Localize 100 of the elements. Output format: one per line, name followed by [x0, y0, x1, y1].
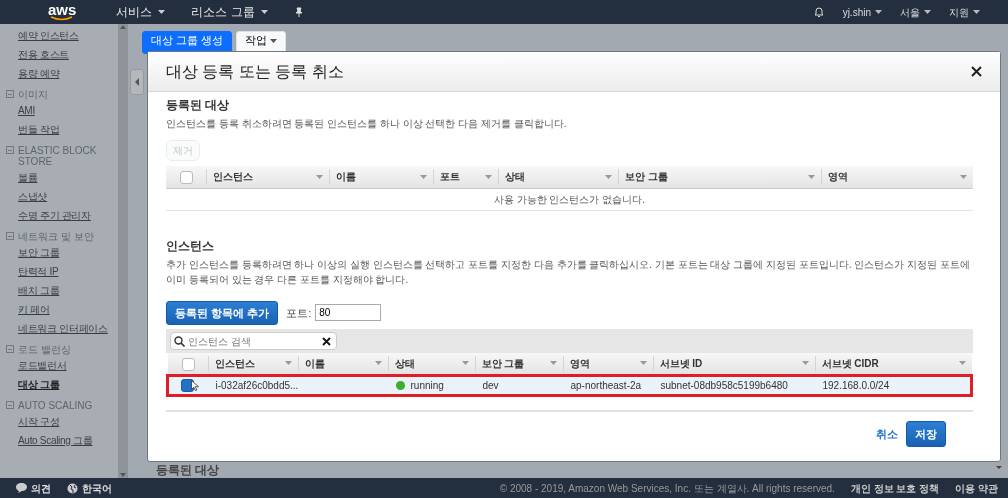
section-heading: 이미지: [18, 89, 48, 100]
table-cell: i-032af26c0bdd5...: [207, 375, 298, 395]
arrow-left-icon[interactable]: [134, 78, 140, 86]
column-header[interactable]: 이름: [329, 166, 433, 188]
caret-icon: [461, 361, 469, 366]
section-heading: 등록된 대상: [166, 97, 231, 114]
table-cell: dev: [474, 375, 563, 395]
footer-link[interactable]: 개인 정보 보호 정책: [850, 480, 940, 496]
header-checkbox[interactable]: [180, 171, 193, 185]
empty-message: 사용 가능한 인스턴스가 없습니다.: [166, 188, 973, 210]
caret-icon: [284, 361, 292, 366]
section-heading: 네트워크 및 보안: [18, 231, 94, 242]
copyright-text: © 2008 - 2019, Amazon Web Services, Inc. 또는 계열사. All rights reserved.: [499, 481, 835, 496]
sidebar-item[interactable]: 보안 그룹: [18, 243, 118, 262]
section-heading: AUTO SCALING: [18, 400, 93, 411]
sidebar-item[interactable]: 수명 주기 관리자: [18, 206, 118, 225]
sidebar-item[interactable]: AMI: [18, 101, 118, 120]
column-header[interactable]: 보안 그룹: [618, 166, 821, 188]
region-menu[interactable]: 서울: [900, 4, 931, 20]
sidebar-item[interactable]: 키 페어: [18, 300, 118, 319]
caret-icon: [316, 174, 323, 179]
caret-icon: [639, 361, 647, 366]
close-icon[interactable]: [971, 66, 982, 77]
collapse-icon[interactable]: [6, 146, 14, 154]
column-header[interactable]: 포트: [433, 166, 498, 188]
caret-icon: [485, 174, 492, 179]
search-icon: [174, 336, 185, 347]
sidebar-item[interactable]: 전용 호스트: [18, 45, 118, 64]
highlighted-row[interactable]: i-032af26c0bdd5... running dev ap-northeast-2a subnet-08db958c5199b6480 192.168.0.0/24: [167, 375, 972, 395]
section-heading: 로드 밸런싱: [18, 344, 71, 355]
sidebar-item[interactable]: 번들 작업: [18, 120, 118, 139]
sidebar-item[interactable]: 네트워크 인터페이스: [18, 319, 118, 338]
cursor-icon: [191, 380, 199, 392]
add-button[interactable]: 등록된 항목에 추가: [166, 300, 279, 325]
caret-icon: [374, 361, 382, 366]
column-header[interactable]: 서브넷 ID: [652, 353, 815, 375]
support-menu[interactable]: 지원: [949, 4, 980, 20]
pin-icon[interactable]: [293, 7, 304, 17]
section-heading: ELASTIC BLOCK STORE: [18, 145, 98, 167]
save-button[interactable]: 저장: [906, 420, 946, 447]
sidebar-item[interactable]: 배치 그룹: [18, 281, 118, 300]
nav-menu[interactable]: 리소스 그룹: [191, 3, 268, 21]
feedback-link[interactable]: 의견: [16, 480, 51, 496]
port-label: 포트:: [286, 305, 312, 321]
cancel-link[interactable]: 취소: [876, 425, 898, 442]
collapse-icon[interactable]: [6, 90, 14, 98]
sidebar-item[interactable]: 대상 그룹: [18, 375, 118, 394]
sidebar-item[interactable]: 예약 인스턴스: [18, 26, 118, 45]
collapse-tab[interactable]: [130, 69, 144, 95]
column-header[interactable]: 인스턴스: [207, 353, 298, 375]
collapse-icon[interactable]: [6, 401, 14, 409]
table-cell: 192.168.0.0/24: [814, 375, 972, 395]
nav-menu[interactable]: 서비스: [116, 3, 166, 21]
column-header[interactable]: 영역: [821, 166, 973, 188]
aws-logo[interactable]: aws: [48, 3, 77, 21]
section-description: 추가 인스턴스를 등록하려면 하나 이상의 실행 인스턴스를 선택하고 포트를 지정한 다음 추가를 클릭하십시오. 기본 포트는 대상 그룹에 지정된 포트입니다. 인스턴스가 지정된 포트에 이미 등록되어 있는 경우 다른 포트를 지정해야 합니다.: [166, 257, 971, 287]
caret-icon: [549, 361, 557, 366]
column-header[interactable]: 이름: [297, 353, 388, 375]
caret-icon: [801, 361, 809, 366]
column-header[interactable]: 서브넷 CIDR: [814, 353, 972, 375]
sidebar-item[interactable]: 로드밸런서: [18, 356, 118, 375]
globe-icon[interactable]: [67, 482, 78, 494]
caret-icon: [270, 39, 278, 44]
chat-icon[interactable]: [16, 483, 27, 493]
dialog-title: 대상 등록 또는 등록 취소: [166, 61, 344, 82]
column-header[interactable]: 인스턴스: [206, 166, 329, 188]
caret-icon: [420, 174, 427, 179]
column-header[interactable]: 보안 그룹: [474, 353, 563, 375]
scrollbar[interactable]: [118, 24, 128, 478]
clear-icon[interactable]: [322, 337, 331, 346]
sidebar-item[interactable]: 용량 예약: [18, 64, 118, 83]
port-field[interactable]: 80: [315, 304, 382, 322]
bell-icon[interactable]: [812, 6, 825, 18]
footer-link[interactable]: 이용 약관: [955, 480, 998, 496]
sidebar-item[interactable]: 시작 구성: [18, 412, 118, 431]
collapse-icon[interactable]: [6, 232, 14, 240]
header-checkbox[interactable]: [181, 357, 195, 371]
sidebar-item[interactable]: 스냅샷: [18, 187, 118, 206]
user-menu[interactable]: yj.shin: [842, 4, 882, 20]
search-field[interactable]: 인스턴스 검색: [170, 332, 337, 350]
column-header[interactable]: 영역: [562, 353, 653, 375]
table-cell: ap-northeast-2a: [562, 375, 653, 395]
section-heading: 인스턴스: [166, 237, 215, 255]
table-cell: subnet-08db958c5199b6480: [652, 375, 815, 395]
sidebar-item[interactable]: 볼륨: [18, 168, 118, 187]
caret-icon: [960, 174, 967, 179]
caret-icon: [605, 174, 612, 179]
language-selector[interactable]: 한국어: [67, 480, 112, 496]
caret-icon: [260, 10, 268, 14]
caret-icon: [973, 10, 980, 14]
caret-icon: [958, 361, 966, 366]
status-text: running: [410, 379, 444, 391]
collapse-icon[interactable]: [6, 345, 14, 353]
section-title: 등록된 대상: [156, 463, 220, 477]
column-header[interactable]: 상태: [498, 166, 618, 188]
sidebar-item[interactable]: Auto Scaling 그룹: [18, 431, 118, 450]
sidebar-item[interactable]: 탄력적 IP: [18, 262, 118, 281]
caret-icon: [875, 10, 882, 14]
column-header[interactable]: 상태: [387, 353, 475, 375]
section-description: 인스턴스를 등록 취소하려면 등록된 인스턴스를 하나 이상 선택한 다음 제거를 클릭합니다.: [166, 117, 568, 131]
